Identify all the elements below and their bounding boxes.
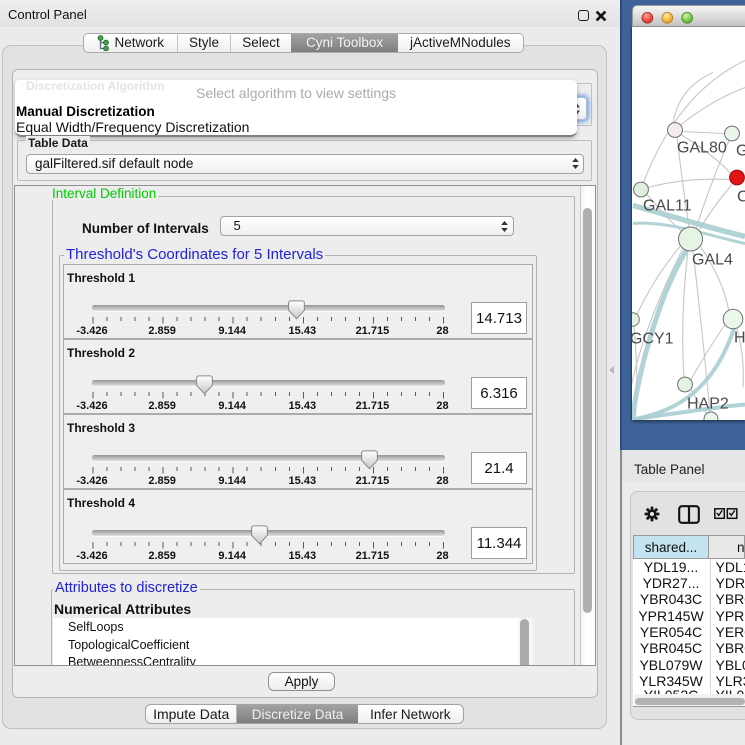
svg-text:GAL11: GAL11 [643,197,692,214]
svg-text:HAP2: HAP2 [687,395,729,412]
svg-text:C: C [737,188,745,205]
svg-text:GAL80: GAL80 [677,139,727,156]
svg-text:GCY1: GCY1 [632,330,674,347]
svg-text:GAL4: GAL4 [692,251,733,268]
svg-text:GA: GA [736,142,745,159]
svg-text:H: H [734,329,745,346]
